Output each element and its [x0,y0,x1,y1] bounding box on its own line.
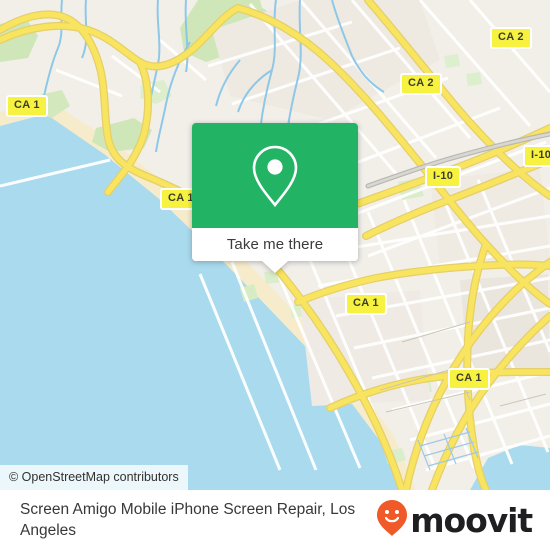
road-shield[interactable]: CA 2 [400,73,442,95]
moovit-brand[interactable]: moovit [376,499,533,542]
moovit-wordmark: moovit [410,500,533,540]
place-title: Screen Amigo Mobile iPhone Screen Repair… [20,501,356,539]
footer-bar: Screen Amigo Mobile iPhone Screen Repair… [0,490,550,550]
map-page: CA 1 CA 2 CA 2 I-10 I-10 CA 1 CA 1 CA 1 [0,0,550,550]
take-me-there-label: Take me there [226,236,324,253]
map-park-block2 [444,54,460,68]
place-popup-card[interactable]: Take me there [192,123,358,273]
popup-tail [262,261,288,273]
map-viewport[interactable]: CA 1 CA 2 CA 2 I-10 I-10 CA 1 CA 1 CA 1 [0,0,550,490]
take-me-there-button[interactable]: Take me there [192,228,358,261]
map-park-block3 [466,72,482,86]
moovit-smiley-pin-icon [376,499,408,542]
road-shield[interactable]: I-10 [523,145,550,167]
road-shield[interactable]: CA 1 [6,95,48,117]
place-popup-inner: Take me there [192,123,358,261]
map-pin-icon [249,143,301,209]
road-shield[interactable]: CA 1 [448,368,490,390]
place-popup-image [192,123,358,228]
road-shield[interactable]: CA 1 [345,293,387,315]
road-shield[interactable]: I-10 [425,166,462,188]
osm-attribution[interactable]: © OpenStreetMap contributors [0,464,188,490]
road-shield[interactable]: CA 2 [490,27,532,49]
